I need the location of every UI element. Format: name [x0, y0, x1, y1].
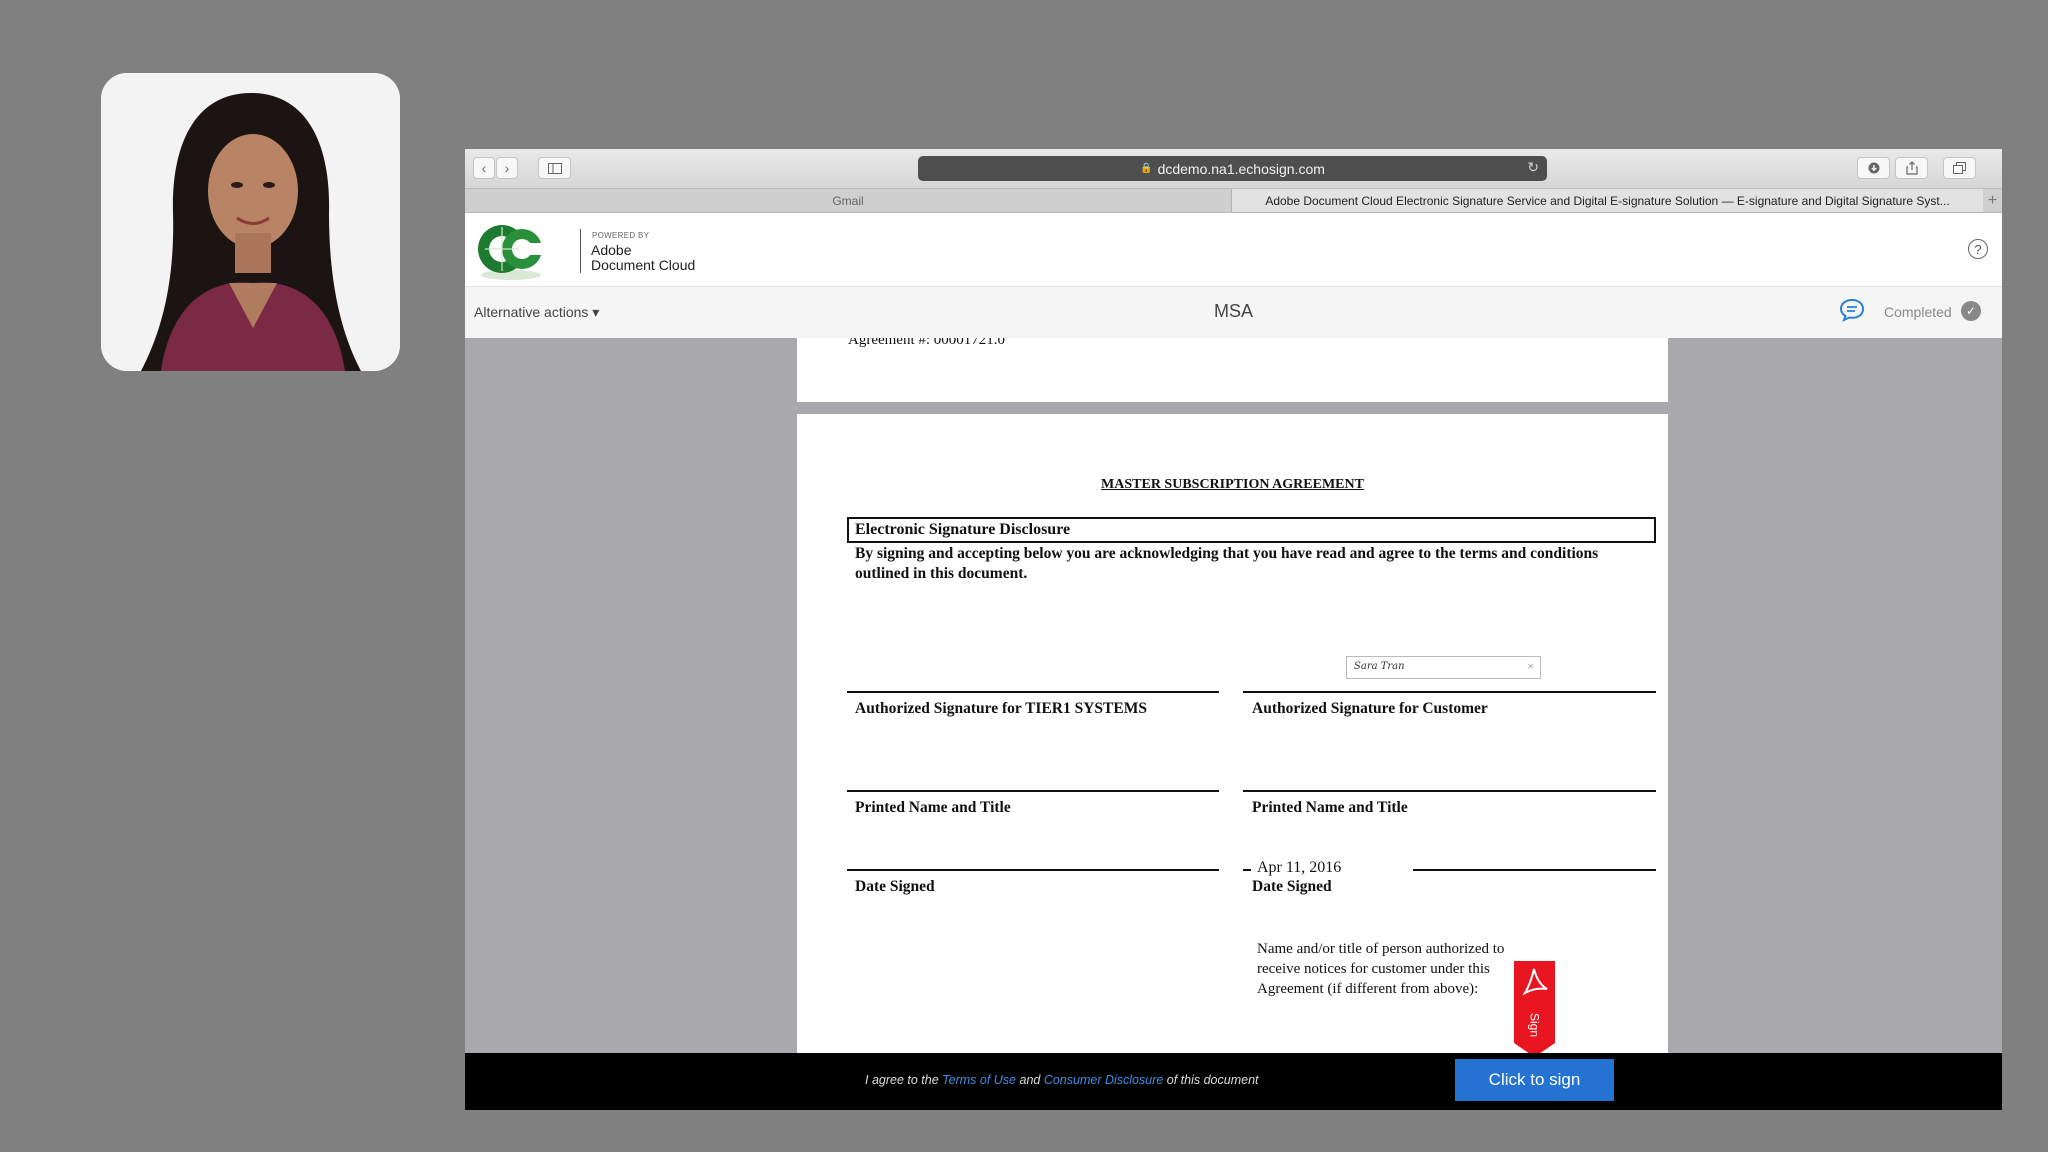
logo-divider: [580, 229, 581, 273]
company-logo: [475, 219, 547, 288]
name-line-left: [847, 790, 1219, 792]
agree-and: and: [1016, 1073, 1044, 1087]
sig-label-tier1: Authorized Signature for TIER1 SYSTEMS: [855, 700, 1147, 717]
notice-text: Name and/or title of person authorized t…: [1257, 941, 1505, 997]
name-line-right: [1243, 790, 1656, 792]
date-line-right-start: [1243, 869, 1251, 871]
agree-text: I agree to the Terms of Use and Consumer…: [865, 1073, 1259, 1087]
disclosure-text: By signing and accepting below you are a…: [855, 545, 1599, 582]
date-label-left: Date Signed: [855, 878, 935, 895]
tab-bar: Gmail Adobe Document Cloud Electronic Si…: [465, 189, 2002, 213]
signature-scribble: Sara Tran: [1354, 661, 1405, 672]
reload-icon[interactable]: ↻: [1527, 159, 1539, 176]
url-text: dcdemo.na1.echosign.com: [1157, 160, 1325, 177]
click-to-sign-button[interactable]: Click to sign: [1455, 1059, 1614, 1101]
presenter-video: [101, 73, 400, 371]
date-line-left: [847, 869, 1219, 871]
previous-page: Agreement #: 00001721.0: [797, 338, 1668, 402]
share-icon[interactable]: [1895, 157, 1928, 179]
sidebar-toggle-icon[interactable]: [538, 157, 571, 179]
back-icon[interactable]: ‹: [473, 157, 495, 179]
new-tab-button[interactable]: +: [1983, 189, 2002, 212]
date-label-right: Date Signed: [1252, 878, 1332, 895]
sign-flag[interactable]: Sign: [1514, 961, 1555, 1057]
date-line-right-end: [1413, 869, 1656, 871]
agree-prefix: I agree to the: [865, 1073, 943, 1087]
browser-window: ‹ › 🔒 dcdemo.na1.echosign.com ↻ Gmail Ad…: [465, 149, 2002, 1110]
sign-flag-label: Sign: [1528, 1013, 1542, 1037]
signature-line-left: [847, 691, 1219, 693]
browser-toolbar: ‹ › 🔒 dcdemo.na1.echosign.com ↻: [465, 149, 2002, 189]
tab-adobe-document-cloud[interactable]: Adobe Document Cloud Electronic Signatur…: [1232, 189, 1983, 212]
help-icon[interactable]: ?: [1968, 239, 1988, 259]
document-page: MASTER SUBSCRIPTION AGREEMENT Electronic…: [797, 414, 1668, 1053]
name-label-left: Printed Name and Title: [855, 799, 1011, 816]
tabs-overview-icon[interactable]: [1943, 157, 1976, 179]
document-title: MSA: [1213, 301, 1253, 321]
comment-icon[interactable]: [1839, 298, 1865, 327]
sign-footer: I agree to the Terms of Use and Consumer…: [465, 1053, 2002, 1110]
checkmark-icon: ✓: [1961, 301, 1981, 321]
action-bar: Alternative actions ▾ MSA Completed ✓: [465, 287, 2002, 339]
powered-by-label: POWERED BY: [592, 231, 650, 240]
app-header: POWERED BY Adobe Document Cloud ?: [465, 213, 2002, 287]
status-completed: Completed: [1884, 304, 1952, 320]
agreement-number: Agreement #: 00001721.0: [848, 338, 1006, 348]
brand-document-cloud: Document Cloud: [591, 257, 696, 273]
agreement-title: MASTER SUBSCRIPTION AGREEMENT: [1101, 477, 1364, 492]
document-viewer: Agreement #: 00001721.0 MASTER SUBSCRIPT…: [465, 338, 2002, 1053]
terms-of-use-link[interactable]: Terms of Use: [942, 1073, 1016, 1087]
consumer-disclosure-link[interactable]: Consumer Disclosure: [1044, 1073, 1163, 1087]
lock-icon: 🔒: [1140, 163, 1153, 174]
clear-signature-icon[interactable]: ×: [1527, 659, 1534, 674]
signature-field[interactable]: Sara Tran ×: [1346, 656, 1541, 679]
agree-suffix: of this document: [1163, 1073, 1259, 1087]
date-signed-value: Apr 11, 2016: [1257, 859, 1342, 876]
sig-label-customer: Authorized Signature for Customer: [1252, 700, 1488, 717]
address-bar[interactable]: 🔒 dcdemo.na1.echosign.com ↻: [918, 156, 1547, 181]
forward-icon[interactable]: ›: [496, 157, 518, 179]
name-label-right: Printed Name and Title: [1252, 799, 1408, 816]
tab-gmail[interactable]: Gmail: [465, 189, 1232, 212]
signature-line-right: [1243, 691, 1656, 693]
disclosure-title: Electronic Signature Disclosure: [855, 521, 1071, 538]
download-icon[interactable]: [1857, 157, 1890, 179]
brand-adobe: Adobe: [591, 242, 632, 258]
